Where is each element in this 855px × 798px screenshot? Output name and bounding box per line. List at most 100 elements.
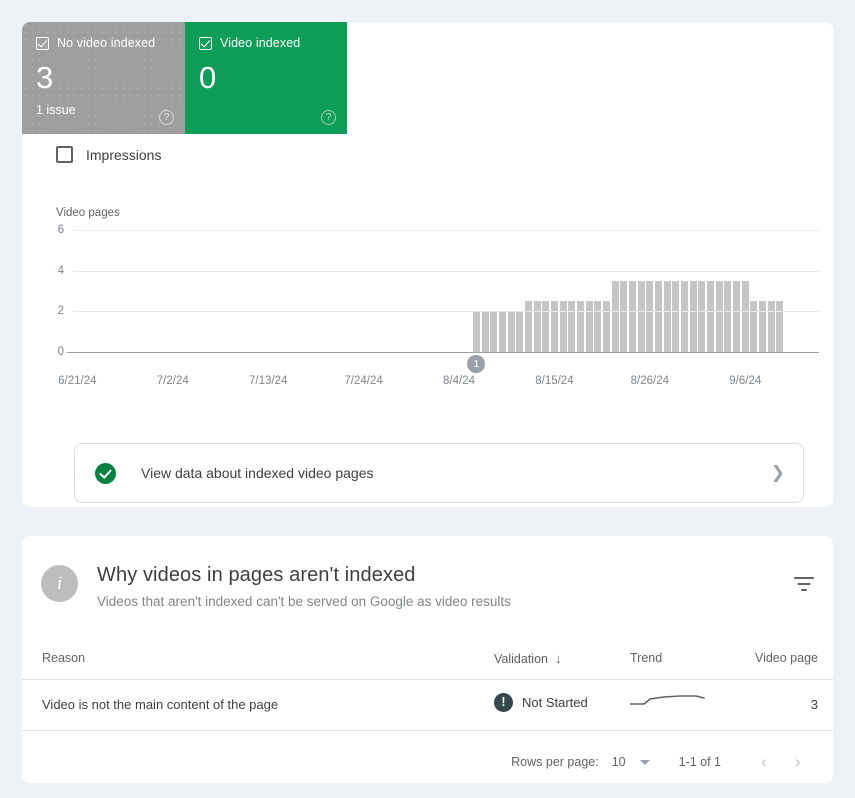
- chart-gridline: [73, 311, 819, 313]
- chart-x-tick-label: 7/2/24: [156, 375, 189, 387]
- chart-bar[interactable]: [681, 280, 688, 352]
- view-indexed-video-pages-link[interactable]: View data about indexed video pages ❯: [74, 443, 804, 503]
- chart-bar[interactable]: [637, 280, 645, 352]
- why-videos-not-indexed-card: i Why videos in pages aren't indexed Vid…: [22, 536, 833, 783]
- tile-header: No video indexed: [36, 36, 173, 50]
- chart-x-tick-label: 7/13/24: [248, 375, 288, 387]
- impressions-label: Impressions: [86, 146, 162, 163]
- checkbox-unchecked-icon[interactable]: [56, 146, 73, 163]
- previous-page-button[interactable]: ‹: [747, 752, 781, 772]
- status-tiles: No video indexed 3 1 issue ? Video index…: [22, 22, 347, 134]
- chart-bar[interactable]: [655, 280, 662, 352]
- tile-value: 0: [199, 60, 217, 95]
- chart-bar[interactable]: [707, 280, 715, 352]
- chart-bar[interactable]: [559, 301, 567, 352]
- chart-bar[interactable]: [689, 280, 697, 352]
- cell-trend: [629, 691, 708, 714]
- info-icon: i: [41, 565, 78, 602]
- chart-bar[interactable]: [733, 280, 741, 352]
- tile-no-video-indexed[interactable]: No video indexed 3 1 issue ?: [22, 22, 185, 134]
- chart-bar[interactable]: [550, 301, 558, 352]
- impressions-toggle[interactable]: Impressions: [56, 146, 161, 163]
- alert-icon: !: [494, 693, 513, 712]
- tile-value: 3: [36, 60, 54, 95]
- tile-header: Video indexed: [199, 36, 335, 50]
- column-header-validation[interactable]: Validation ↓: [494, 651, 561, 666]
- chart-bar[interactable]: [724, 280, 732, 352]
- chart-annotation-marker[interactable]: 1: [467, 355, 486, 373]
- success-check-icon: [95, 462, 116, 484]
- pagination-controls: Rows per page: 10 1-1 of 1 ‹ ›: [511, 742, 815, 782]
- chart-bar[interactable]: [672, 280, 680, 352]
- chart-y-tick-label: 0: [57, 346, 64, 358]
- chart-bar[interactable]: [759, 301, 767, 352]
- chart-x-tick-label: 9/6/24: [729, 375, 762, 387]
- table-header-row: Reason Validation ↓ Trend Video page: [22, 644, 833, 679]
- chart-x-axis-labels: 6/21/24 7/2/24 7/13/24 7/24/24 8/4/24 8/15/24…: [58, 375, 819, 391]
- chevron-down-icon: [639, 759, 650, 765]
- page-subtitle: Videos that aren't indexed can't be serv…: [97, 594, 511, 609]
- chart-axis-line: [67, 352, 819, 353]
- column-header-trend[interactable]: Trend: [630, 651, 662, 665]
- chevron-right-icon[interactable]: ❯: [771, 463, 785, 483]
- chart-y-tick-label: 4: [57, 264, 64, 277]
- page-title: Why videos in pages aren't indexed: [97, 564, 416, 586]
- chart-bar[interactable]: [629, 280, 636, 352]
- checkbox-checked-icon[interactable]: [199, 36, 212, 50]
- filter-icon[interactable]: [791, 571, 817, 597]
- chart-x-tick-label: 8/15/24: [535, 375, 574, 387]
- chart-bar[interactable]: [472, 311, 480, 352]
- chart-bar[interactable]: [715, 280, 723, 352]
- chart-bar[interactable]: [533, 301, 541, 352]
- filter-bar-2: [797, 583, 811, 585]
- chart-bars: [73, 230, 819, 352]
- chart-bar[interactable]: [594, 301, 602, 352]
- chart-x-tick-label: 8/4/24: [443, 375, 475, 387]
- column-header-validation-label: Validation: [494, 651, 548, 666]
- chart-bar[interactable]: [698, 280, 706, 352]
- chart-y-axis-title: Video pages: [56, 207, 120, 219]
- chart-x-tick-label: 6/21/24: [58, 375, 97, 387]
- checkbox-checked-icon[interactable]: [36, 36, 49, 50]
- tile-label: No video indexed: [57, 36, 156, 50]
- next-page-button[interactable]: ›: [781, 752, 815, 772]
- view-data-label: View data about indexed video pages: [141, 465, 374, 481]
- column-header-video-page[interactable]: Video page: [755, 651, 818, 665]
- cell-validation-label: Not Started: [522, 695, 588, 710]
- chart-bar[interactable]: [603, 301, 610, 352]
- chart-gridline: [73, 270, 819, 272]
- chart-bar[interactable]: [663, 280, 671, 352]
- chart-bar[interactable]: [585, 301, 593, 352]
- tile-video-indexed[interactable]: Video indexed 0 ?: [185, 22, 347, 134]
- table-row[interactable]: Video is not the main content of the pag…: [22, 679, 833, 730]
- chart-bar[interactable]: [481, 311, 489, 352]
- tile-subtext: 1 issue: [36, 103, 76, 117]
- chart-bar[interactable]: [507, 311, 515, 352]
- chart-bar[interactable]: [576, 301, 584, 352]
- chart-bar[interactable]: [611, 280, 619, 352]
- chart-bar[interactable]: [620, 280, 628, 352]
- chart-bar[interactable]: [750, 301, 758, 352]
- rows-per-page-label: Rows per page:: [511, 755, 599, 769]
- indexing-summary-card: No video indexed 3 1 issue ? Video index…: [22, 22, 833, 507]
- filter-bar-3: [801, 589, 807, 591]
- filter-bar-1: [794, 577, 814, 579]
- chart-bar[interactable]: [516, 311, 524, 352]
- cell-reason: Video is not the main content of the pag…: [42, 697, 279, 712]
- chart-gridline: [73, 230, 819, 231]
- column-header-reason[interactable]: Reason: [42, 651, 85, 665]
- chart-bar[interactable]: [767, 301, 775, 352]
- chart-bar[interactable]: [776, 301, 784, 352]
- chart-bar[interactable]: [524, 301, 532, 352]
- chart-bar[interactable]: [646, 280, 654, 352]
- chart-plot-area: 0 2 4 6: [58, 224, 819, 358]
- chart-bar[interactable]: [568, 301, 576, 352]
- trend-sparkline-icon: [629, 695, 705, 705]
- help-icon[interactable]: ?: [321, 110, 336, 125]
- chart-bar[interactable]: [498, 311, 506, 352]
- chart-bar[interactable]: [741, 280, 749, 352]
- chart-bar[interactable]: [490, 311, 498, 352]
- help-icon[interactable]: ?: [159, 110, 174, 125]
- chart-bar[interactable]: [542, 301, 550, 352]
- rows-per-page-select[interactable]: 10: [612, 755, 650, 769]
